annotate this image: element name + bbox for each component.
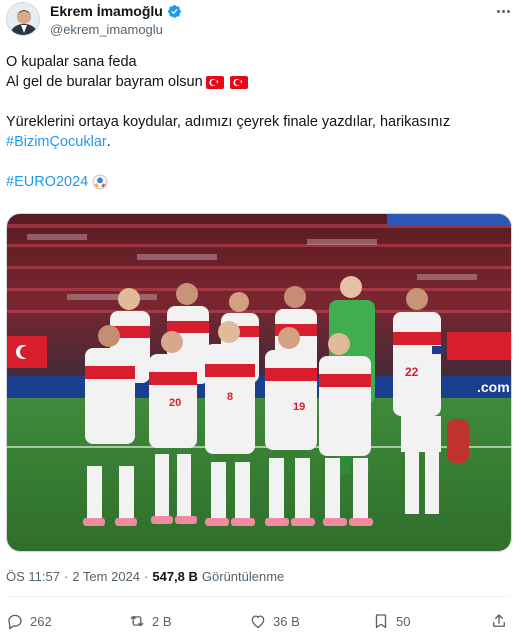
meta-separator: ·: [144, 569, 149, 584]
more-options-icon[interactable]: [493, 4, 513, 18]
share-icon: [493, 614, 505, 627]
views-count: 547,8 B: [152, 569, 198, 584]
bookmark-icon: [375, 614, 387, 629]
heart-icon: [251, 615, 265, 629]
svg-text:8: 8: [227, 391, 233, 403]
reply-count: 262: [30, 613, 52, 629]
retweet-button[interactable]: 2 B: [128, 610, 172, 632]
tweet-line-2-text: Al gel de buralar bayram olsun: [6, 74, 203, 90]
reply-button[interactable]: 262: [6, 610, 52, 632]
tweet-date[interactable]: 2 Tem 2024: [72, 569, 140, 584]
team-photo-image: .com 22 20 8 19: [7, 214, 511, 551]
tweet-line-2: Al gel de buralar bayram olsun: [6, 72, 511, 92]
svg-text:22: 22: [405, 365, 419, 379]
euro-ball-icon: [92, 174, 108, 190]
reply-icon: [8, 614, 22, 630]
tweet-body: O kupalar sana feda Al gel de buralar ba…: [6, 52, 511, 192]
svg-text:.com: .com: [477, 379, 510, 395]
like-button[interactable]: 36 B: [249, 610, 300, 632]
tweet-line-3: Yüreklerini ortaya koydular, adımızı çey…: [6, 114, 451, 130]
hashtag-link[interactable]: #EURO2024: [6, 172, 88, 192]
turkey-flag-icon: [205, 75, 224, 89]
tweet-time[interactable]: ÖS 11:57: [6, 569, 60, 584]
turkey-flag-icon: [229, 75, 248, 89]
avatar-image: [7, 3, 39, 35]
hashtag-link[interactable]: #BizimÇocuklar: [6, 132, 107, 152]
tweet-line-5: #EURO2024: [6, 172, 511, 192]
like-count: 36 B: [273, 613, 300, 629]
share-button[interactable]: [490, 610, 508, 632]
bookmark-count: 50: [396, 613, 411, 629]
tweet-header: Ekrem İmamoğlu @ekrem_imamoglu: [0, 0, 521, 44]
meta-separator: ·: [63, 569, 69, 584]
author-handle[interactable]: @ekrem_imamoglu: [50, 22, 163, 37]
tweet-meta: ÖS 11:57 · 2 Tem 2024 · 547,8 B Görüntül…: [6, 569, 284, 584]
bookmark-button[interactable]: 50: [372, 610, 410, 632]
tweet-line-1: O kupalar sana feda: [6, 54, 137, 70]
svg-text:19: 19: [293, 401, 305, 413]
tweet-line-4: #BizimÇocuklar.: [6, 132, 511, 152]
divider: [6, 596, 511, 597]
svg-text:20: 20: [169, 397, 181, 409]
tweet-spacer: [6, 92, 511, 112]
author-name-row: Ekrem İmamoğlu: [50, 3, 182, 19]
verified-badge-icon: [167, 4, 181, 18]
author-display-name[interactable]: Ekrem İmamoğlu: [50, 3, 163, 19]
hashtag-suffix: .: [106, 134, 111, 150]
retweet-count: 2 B: [152, 613, 172, 629]
tweet-media-photo[interactable]: .com 22 20 8 19: [6, 213, 512, 552]
tweet-actions: 262 2 B 36 B 50: [6, 610, 512, 632]
tweet-spacer: [6, 152, 511, 172]
avatar[interactable]: [6, 2, 40, 36]
retweet-icon: [130, 615, 144, 627]
views-label: Görüntülenme: [201, 569, 285, 584]
